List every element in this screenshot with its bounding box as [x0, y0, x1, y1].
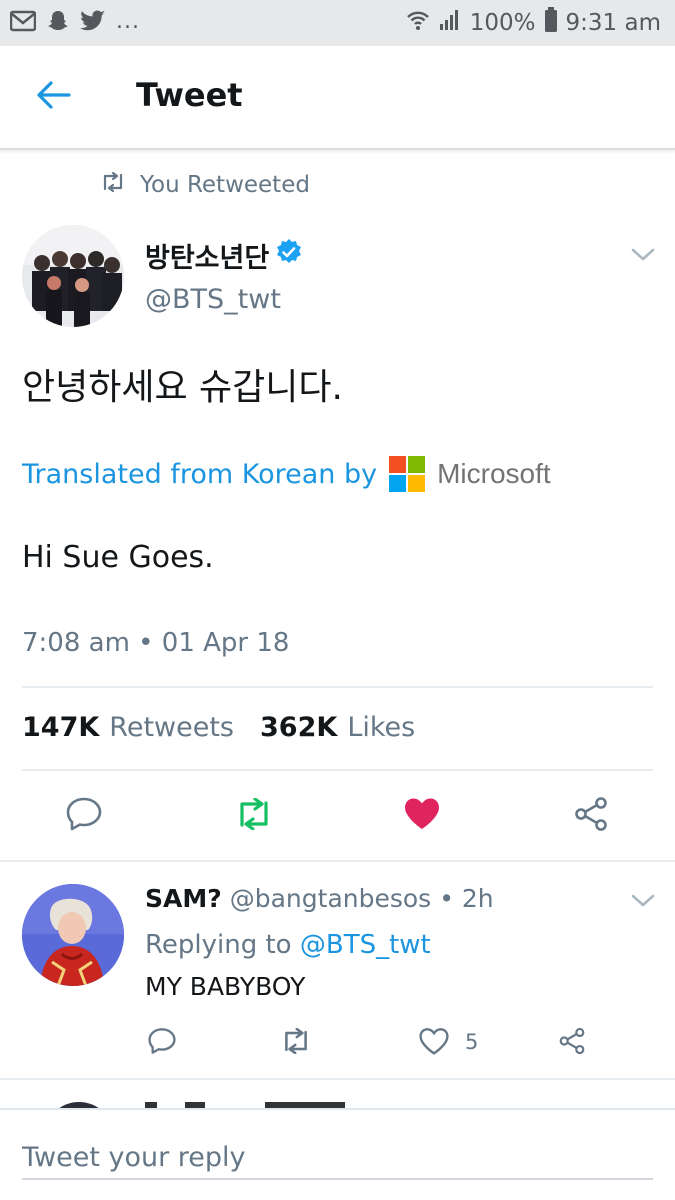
tweet-action-bar — [0, 770, 675, 860]
signal-icon — [438, 8, 462, 38]
retweet-icon — [280, 1027, 312, 1058]
tweet-stats: 147K Retweets 362K Likes — [22, 712, 431, 743]
notification-icons: ... — [9, 8, 140, 37]
reply-icon — [65, 796, 103, 836]
status-overflow: ... — [116, 8, 140, 34]
twitter-icon — [80, 10, 106, 36]
divider — [0, 860, 675, 862]
snapchat-icon — [46, 9, 70, 37]
reply-text: MY BABYBOY — [145, 972, 306, 1001]
reply-input[interactable] — [22, 1136, 653, 1180]
app-bar: Tweet — [0, 46, 675, 150]
arrow-left-icon — [35, 80, 71, 114]
retweets-count[interactable]: 147K — [22, 712, 99, 743]
chevron-down-icon — [628, 248, 658, 268]
tweet-text: 안녕하세요 슈갑니다. — [22, 367, 343, 408]
retweet-icon — [234, 797, 274, 834]
reply-author-handle[interactable]: @bangtanbesos — [230, 884, 431, 913]
replying-to: Replying to @BTS_twt — [145, 930, 431, 960]
reply-icon — [147, 1027, 177, 1059]
translated-label: Translated from Korean by — [22, 458, 378, 490]
reply-like-button[interactable] — [417, 1026, 451, 1060]
author-handle[interactable]: @BTS_twt — [145, 284, 281, 315]
translated-text: Hi Sue Goes. — [22, 540, 214, 575]
reply-header: SAM? @bangtanbesos • 2h — [145, 884, 494, 913]
verified-badge-icon — [275, 238, 303, 273]
tweet-timestamp: 7:08 am • 01 Apr 18 — [22, 628, 290, 658]
next-reply-peek — [0, 1080, 675, 1110]
reply-avatar[interactable] — [22, 884, 124, 986]
heart-icon — [419, 1027, 449, 1059]
likes-label[interactable]: Likes — [347, 712, 415, 743]
reply-compose-bar — [0, 1108, 675, 1200]
wifi-icon — [406, 8, 430, 38]
share-icon — [572, 796, 610, 836]
reply-share-button[interactable] — [555, 1026, 589, 1060]
reply-reply-button[interactable] — [145, 1026, 179, 1060]
reply-action-bar: 5 — [145, 1022, 645, 1066]
share-button[interactable] — [571, 796, 611, 836]
reply-menu-button[interactable] — [628, 890, 658, 910]
translation-attribution[interactable]: Translated from Korean by Microsoft — [22, 456, 551, 492]
tweet-menu-button[interactable] — [628, 244, 658, 264]
retweet-context: You Retweeted — [100, 171, 310, 198]
reply-retweet-button[interactable] — [279, 1026, 313, 1060]
replying-to-mention[interactable]: @BTS_twt — [300, 930, 431, 960]
retweet-icon — [100, 171, 126, 198]
author-display-name: 방탄소년단 — [145, 243, 270, 274]
reply-button[interactable] — [64, 796, 104, 836]
status-bar: ... 100% 9:31 am — [0, 0, 675, 46]
author-avatar[interactable] — [22, 225, 124, 327]
translator-name: Microsoft — [437, 458, 551, 489]
divider — [22, 686, 653, 688]
chevron-down-icon — [628, 894, 658, 914]
share-icon — [557, 1027, 587, 1059]
gmail-icon — [9, 10, 37, 36]
author-name[interactable]: 방탄소년단 — [145, 236, 303, 275]
heart-icon — [403, 797, 441, 835]
system-status: 100% 9:31 am — [406, 7, 661, 39]
retweet-context-label: You Retweeted — [140, 172, 310, 198]
clock: 9:31 am — [565, 10, 661, 36]
battery-icon — [544, 7, 558, 39]
likes-count[interactable]: 362K — [260, 712, 337, 743]
battery-percent: 100% — [469, 10, 536, 36]
back-button[interactable] — [30, 76, 76, 118]
reply-like-count: 5 — [465, 1030, 479, 1054]
reply-time: • 2h — [439, 884, 494, 913]
retweets-label[interactable]: Retweets — [109, 712, 234, 743]
reply-author-name[interactable]: SAM? — [145, 884, 222, 913]
page-title: Tweet — [136, 76, 243, 114]
replying-to-label: Replying to — [145, 930, 292, 960]
retweet-button[interactable] — [234, 796, 274, 836]
microsoft-logo-icon — [389, 456, 426, 492]
like-button[interactable] — [402, 796, 442, 836]
